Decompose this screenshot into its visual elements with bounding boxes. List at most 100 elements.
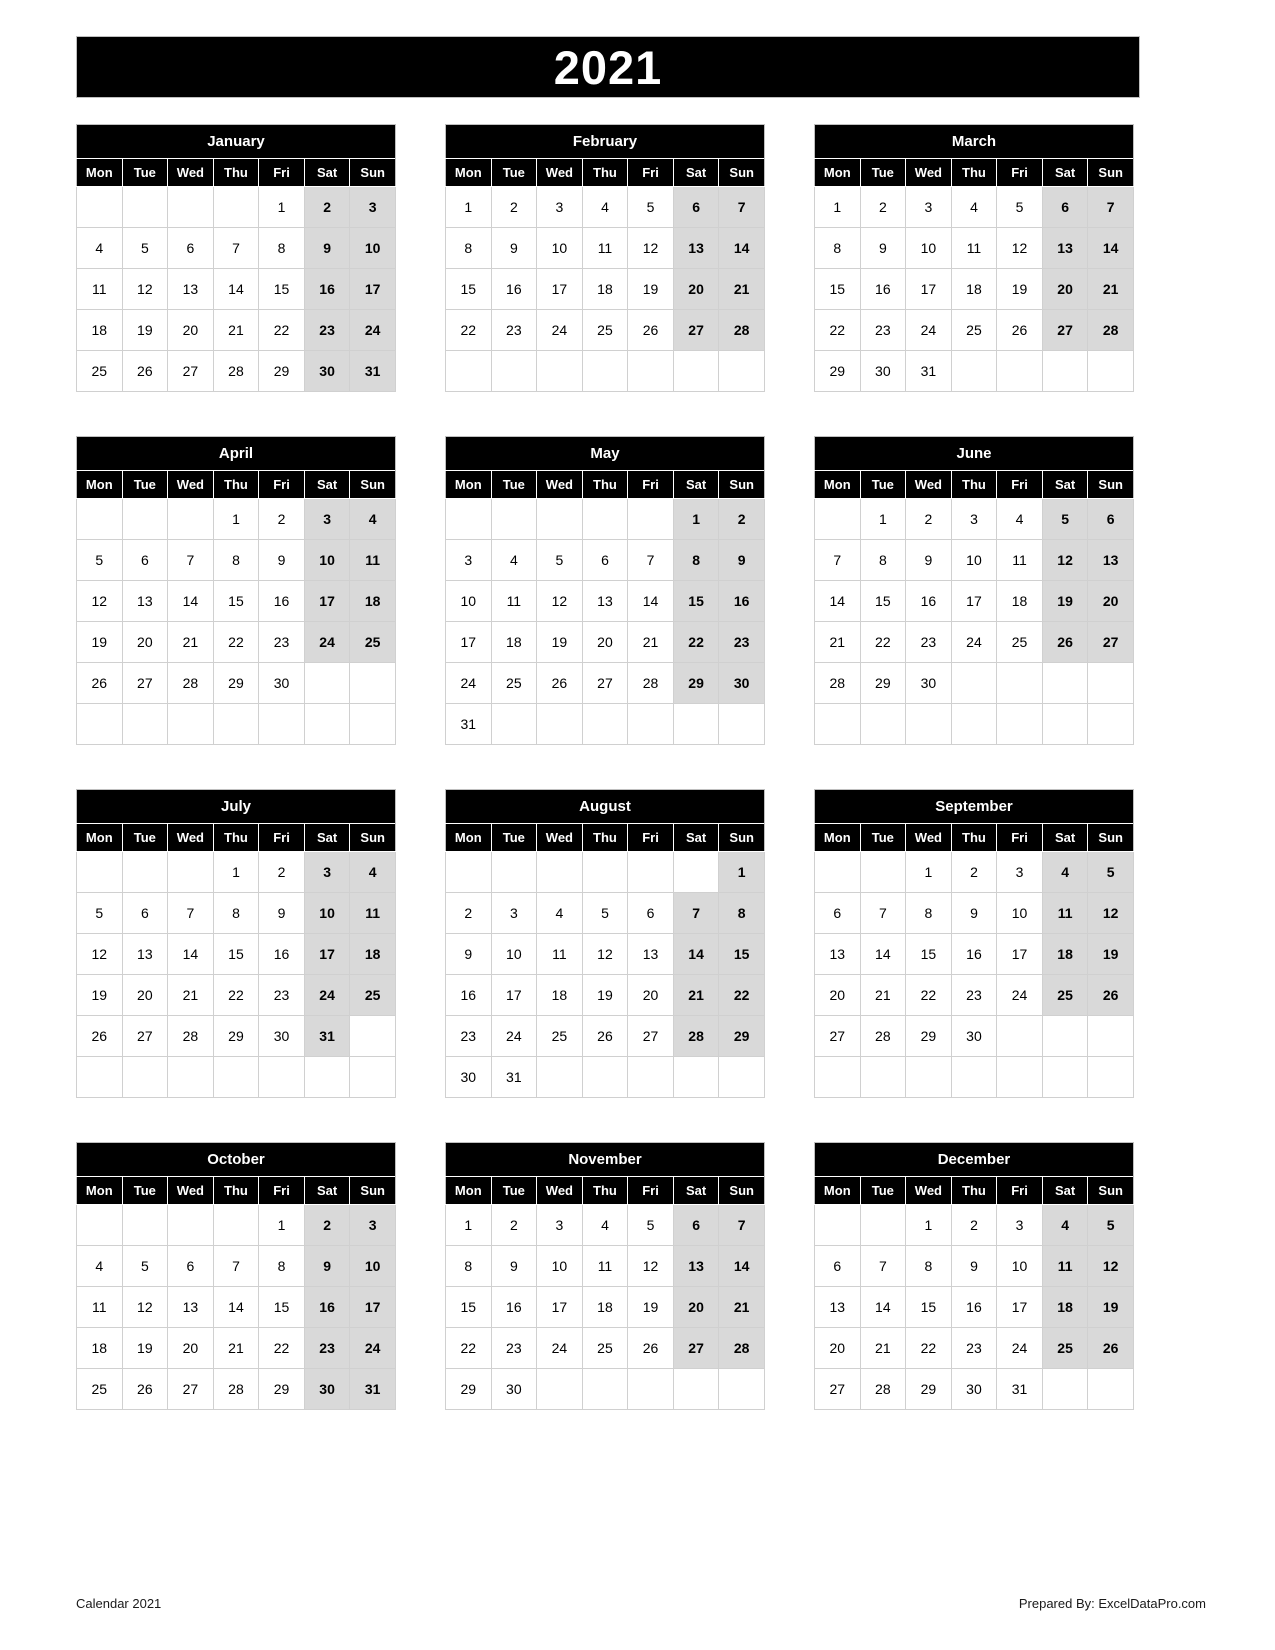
day-cell[interactable]: 1 <box>258 1204 305 1246</box>
day-cell[interactable]: 11 <box>349 539 396 581</box>
day-cell[interactable]: 18 <box>1041 933 1089 975</box>
day-cell[interactable]: 9 <box>490 227 538 269</box>
day-cell[interactable]: 9 <box>859 227 907 269</box>
day-cell[interactable]: 11 <box>1041 892 1089 934</box>
day-cell[interactable]: 21 <box>212 309 260 351</box>
day-cell[interactable]: 26 <box>76 1015 123 1057</box>
day-cell[interactable]: 7 <box>167 892 214 934</box>
day-cell[interactable]: 3 <box>905 186 952 228</box>
day-cell[interactable]: 24 <box>445 662 492 704</box>
day-cell[interactable]: 20 <box>121 974 169 1016</box>
day-cell[interactable]: 5 <box>1041 498 1089 540</box>
day-cell[interactable]: 16 <box>490 268 538 310</box>
day-cell[interactable]: 3 <box>445 539 492 581</box>
day-cell[interactable]: 6 <box>121 892 169 934</box>
day-cell[interactable]: 17 <box>536 1286 583 1328</box>
day-cell[interactable]: 20 <box>672 268 720 310</box>
day-cell[interactable]: 6 <box>1041 186 1089 228</box>
day-cell[interactable]: 24 <box>536 309 583 351</box>
day-cell[interactable]: 28 <box>1087 309 1134 351</box>
day-cell[interactable]: 11 <box>76 1286 123 1328</box>
day-cell[interactable]: 29 <box>258 1368 305 1410</box>
day-cell[interactable]: 8 <box>258 1245 305 1287</box>
day-cell[interactable]: 16 <box>859 268 907 310</box>
day-cell[interactable]: 25 <box>349 621 396 663</box>
day-cell[interactable]: 24 <box>536 1327 583 1369</box>
day-cell[interactable]: 8 <box>672 539 720 581</box>
day-cell[interactable]: 15 <box>718 933 765 975</box>
day-cell[interactable]: 30 <box>258 1015 305 1057</box>
day-cell[interactable]: 16 <box>905 580 952 622</box>
day-cell[interactable]: 22 <box>718 974 765 1016</box>
day-cell[interactable]: 13 <box>672 1245 720 1287</box>
day-cell[interactable]: 28 <box>212 350 260 392</box>
day-cell[interactable]: 30 <box>490 1368 538 1410</box>
day-cell[interactable]: 24 <box>490 1015 538 1057</box>
day-cell[interactable]: 24 <box>349 309 396 351</box>
day-cell[interactable]: 6 <box>121 539 169 581</box>
day-cell[interactable]: 29 <box>814 350 861 392</box>
day-cell[interactable]: 12 <box>627 227 674 269</box>
day-cell[interactable]: 19 <box>76 974 123 1016</box>
day-cell[interactable]: 26 <box>996 309 1043 351</box>
day-cell[interactable]: 4 <box>581 1204 629 1246</box>
day-cell[interactable]: 17 <box>996 933 1043 975</box>
day-cell[interactable]: 14 <box>627 580 674 622</box>
day-cell[interactable]: 27 <box>1087 621 1134 663</box>
day-cell[interactable]: 22 <box>258 309 305 351</box>
day-cell[interactable]: 1 <box>445 1204 492 1246</box>
day-cell[interactable]: 18 <box>536 974 583 1016</box>
day-cell[interactable]: 10 <box>536 227 583 269</box>
day-cell[interactable]: 3 <box>536 186 583 228</box>
day-cell[interactable]: 8 <box>445 227 492 269</box>
day-cell[interactable]: 1 <box>905 1204 952 1246</box>
day-cell[interactable]: 5 <box>121 1245 169 1287</box>
day-cell[interactable]: 23 <box>445 1015 492 1057</box>
day-cell[interactable]: 19 <box>121 1327 169 1369</box>
day-cell[interactable]: 8 <box>814 227 861 269</box>
day-cell[interactable]: 9 <box>445 933 492 975</box>
day-cell[interactable]: 4 <box>349 498 396 540</box>
day-cell[interactable]: 26 <box>1041 621 1089 663</box>
day-cell[interactable]: 19 <box>1087 933 1134 975</box>
day-cell[interactable]: 7 <box>718 186 765 228</box>
day-cell[interactable]: 2 <box>859 186 907 228</box>
day-cell[interactable]: 16 <box>950 933 998 975</box>
day-cell[interactable]: 14 <box>718 1245 765 1287</box>
day-cell[interactable]: 25 <box>996 621 1043 663</box>
day-cell[interactable]: 30 <box>258 662 305 704</box>
day-cell[interactable]: 6 <box>1087 498 1134 540</box>
day-cell[interactable]: 31 <box>490 1056 538 1098</box>
day-cell[interactable]: 11 <box>581 227 629 269</box>
day-cell[interactable]: 31 <box>303 1015 351 1057</box>
day-cell[interactable]: 24 <box>905 309 952 351</box>
day-cell[interactable]: 6 <box>167 227 214 269</box>
day-cell[interactable]: 26 <box>121 350 169 392</box>
day-cell[interactable]: 14 <box>1087 227 1134 269</box>
day-cell[interactable]: 1 <box>905 851 952 893</box>
day-cell[interactable]: 17 <box>445 621 492 663</box>
day-cell[interactable]: 10 <box>905 227 952 269</box>
day-cell[interactable]: 3 <box>349 1204 396 1246</box>
day-cell[interactable]: 27 <box>581 662 629 704</box>
day-cell[interactable]: 11 <box>581 1245 629 1287</box>
day-cell[interactable]: 11 <box>996 539 1043 581</box>
day-cell[interactable]: 16 <box>303 268 351 310</box>
day-cell[interactable]: 25 <box>1041 1327 1089 1369</box>
day-cell[interactable]: 9 <box>490 1245 538 1287</box>
day-cell[interactable]: 3 <box>536 1204 583 1246</box>
day-cell[interactable]: 16 <box>718 580 765 622</box>
day-cell[interactable]: 19 <box>536 621 583 663</box>
day-cell[interactable]: 20 <box>167 309 214 351</box>
day-cell[interactable]: 17 <box>996 1286 1043 1328</box>
day-cell[interactable]: 20 <box>814 1327 861 1369</box>
day-cell[interactable]: 6 <box>814 1245 861 1287</box>
day-cell[interactable]: 31 <box>905 350 952 392</box>
day-cell[interactable]: 11 <box>536 933 583 975</box>
day-cell[interactable]: 22 <box>258 1327 305 1369</box>
day-cell[interactable]: 29 <box>258 350 305 392</box>
day-cell[interactable]: 25 <box>581 309 629 351</box>
day-cell[interactable]: 14 <box>814 580 861 622</box>
day-cell[interactable]: 21 <box>672 974 720 1016</box>
day-cell[interactable]: 20 <box>167 1327 214 1369</box>
